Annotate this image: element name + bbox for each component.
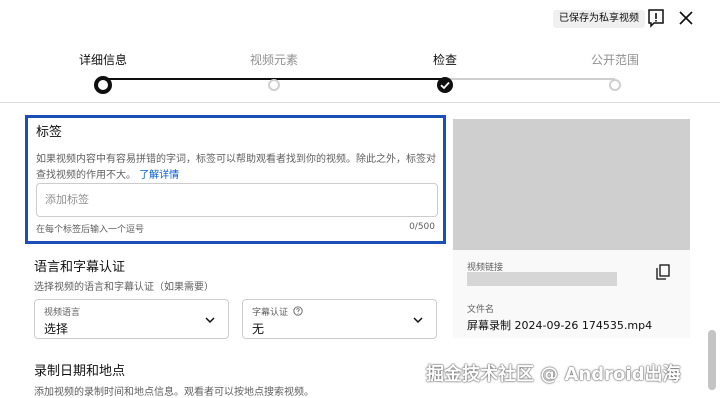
recording-section-description: 添加视频的录制时间和地点信息。观看者可以按地点搜索视频。 (34, 387, 314, 398)
learn-more-link[interactable]: 了解详情 (139, 170, 179, 181)
stepper-line-todo (445, 78, 615, 80)
step-video-elements[interactable]: 视频元素 (234, 52, 314, 91)
caption-cert-value: 无 (252, 322, 265, 336)
step-checks-label: 检查 (432, 53, 457, 67)
step-todo-dot-icon (609, 79, 621, 91)
step-details-label: 详细信息 (78, 53, 127, 67)
tags-section: 标签 如果视频内容中有容易拼错的字词，标签可以帮助观看者找到你的视频。除此之外，… (25, 115, 446, 244)
tags-hint: 在每个标签后输入一个逗号 (36, 225, 145, 235)
caption-cert-label-wrap: 字幕认证 (252, 305, 303, 318)
dialog-header: 已保存为私享视频 (0, 0, 720, 44)
tags-description: 如果视频内容中有容易拼错的字词，标签可以帮助观看者找到你的视频。除此之外，标签对… (36, 152, 438, 184)
report-feedback-icon[interactable] (646, 8, 666, 28)
step-current-dot-icon (94, 76, 112, 94)
close-icon[interactable] (676, 8, 696, 28)
header-divider (0, 102, 720, 103)
step-todo-dot-icon (268, 79, 280, 91)
watermark: 掘金技术社区 @ Android出海 (426, 364, 681, 385)
step-video-elements-label: 视频元素 (249, 53, 298, 67)
copy-icon[interactable] (656, 264, 670, 280)
step-done-check-icon (437, 77, 453, 93)
chevron-down-icon (205, 317, 215, 324)
video-language-value: 选择 (44, 322, 69, 336)
video-link-value-redacted[interactable] (467, 272, 617, 286)
chevron-down-icon (413, 317, 423, 324)
language-section-description: 选择视频的语言和字幕认证（如果需要） (34, 282, 214, 293)
tags-input[interactable]: 添加标签 (36, 183, 438, 217)
video-language-select[interactable]: 视频语言 选择 (34, 299, 229, 339)
video-language-label: 视频语言 (44, 308, 81, 318)
help-icon[interactable] (293, 306, 303, 316)
language-section-title: 语言和字幕认证 (34, 260, 126, 275)
video-preview[interactable] (453, 119, 690, 250)
file-name-label: 文件名 (467, 305, 495, 315)
caption-cert-label: 字幕认证 (252, 308, 289, 318)
saved-status-badge: 已保存为私享视频 (553, 10, 645, 28)
scrollbar-thumb[interactable] (708, 330, 716, 390)
recording-section-title: 录制日期和地点 (34, 364, 126, 379)
tags-description-text: 如果视频内容中有容易拼错的字词，标签可以帮助观看者找到你的视频。除此之外，标签对… (36, 154, 436, 181)
step-visibility[interactable]: 公开范围 (575, 52, 655, 91)
tags-title: 标签 (36, 125, 63, 140)
video-info-panel: 视频链接 文件名 屏幕录制 2024-09-26 174535.mp4 (453, 250, 690, 338)
step-details[interactable]: 详细信息 (63, 52, 143, 94)
tags-char-counter: 0/500 (409, 222, 435, 232)
step-visibility-label: 公开范围 (590, 53, 639, 67)
tags-input-placeholder: 添加标签 (45, 193, 89, 206)
file-name-value: 屏幕录制 2024-09-26 174535.mp4 (467, 319, 653, 332)
step-checks[interactable]: 检查 (405, 52, 485, 93)
caption-certification-select[interactable]: 字幕认证 无 (242, 299, 437, 339)
